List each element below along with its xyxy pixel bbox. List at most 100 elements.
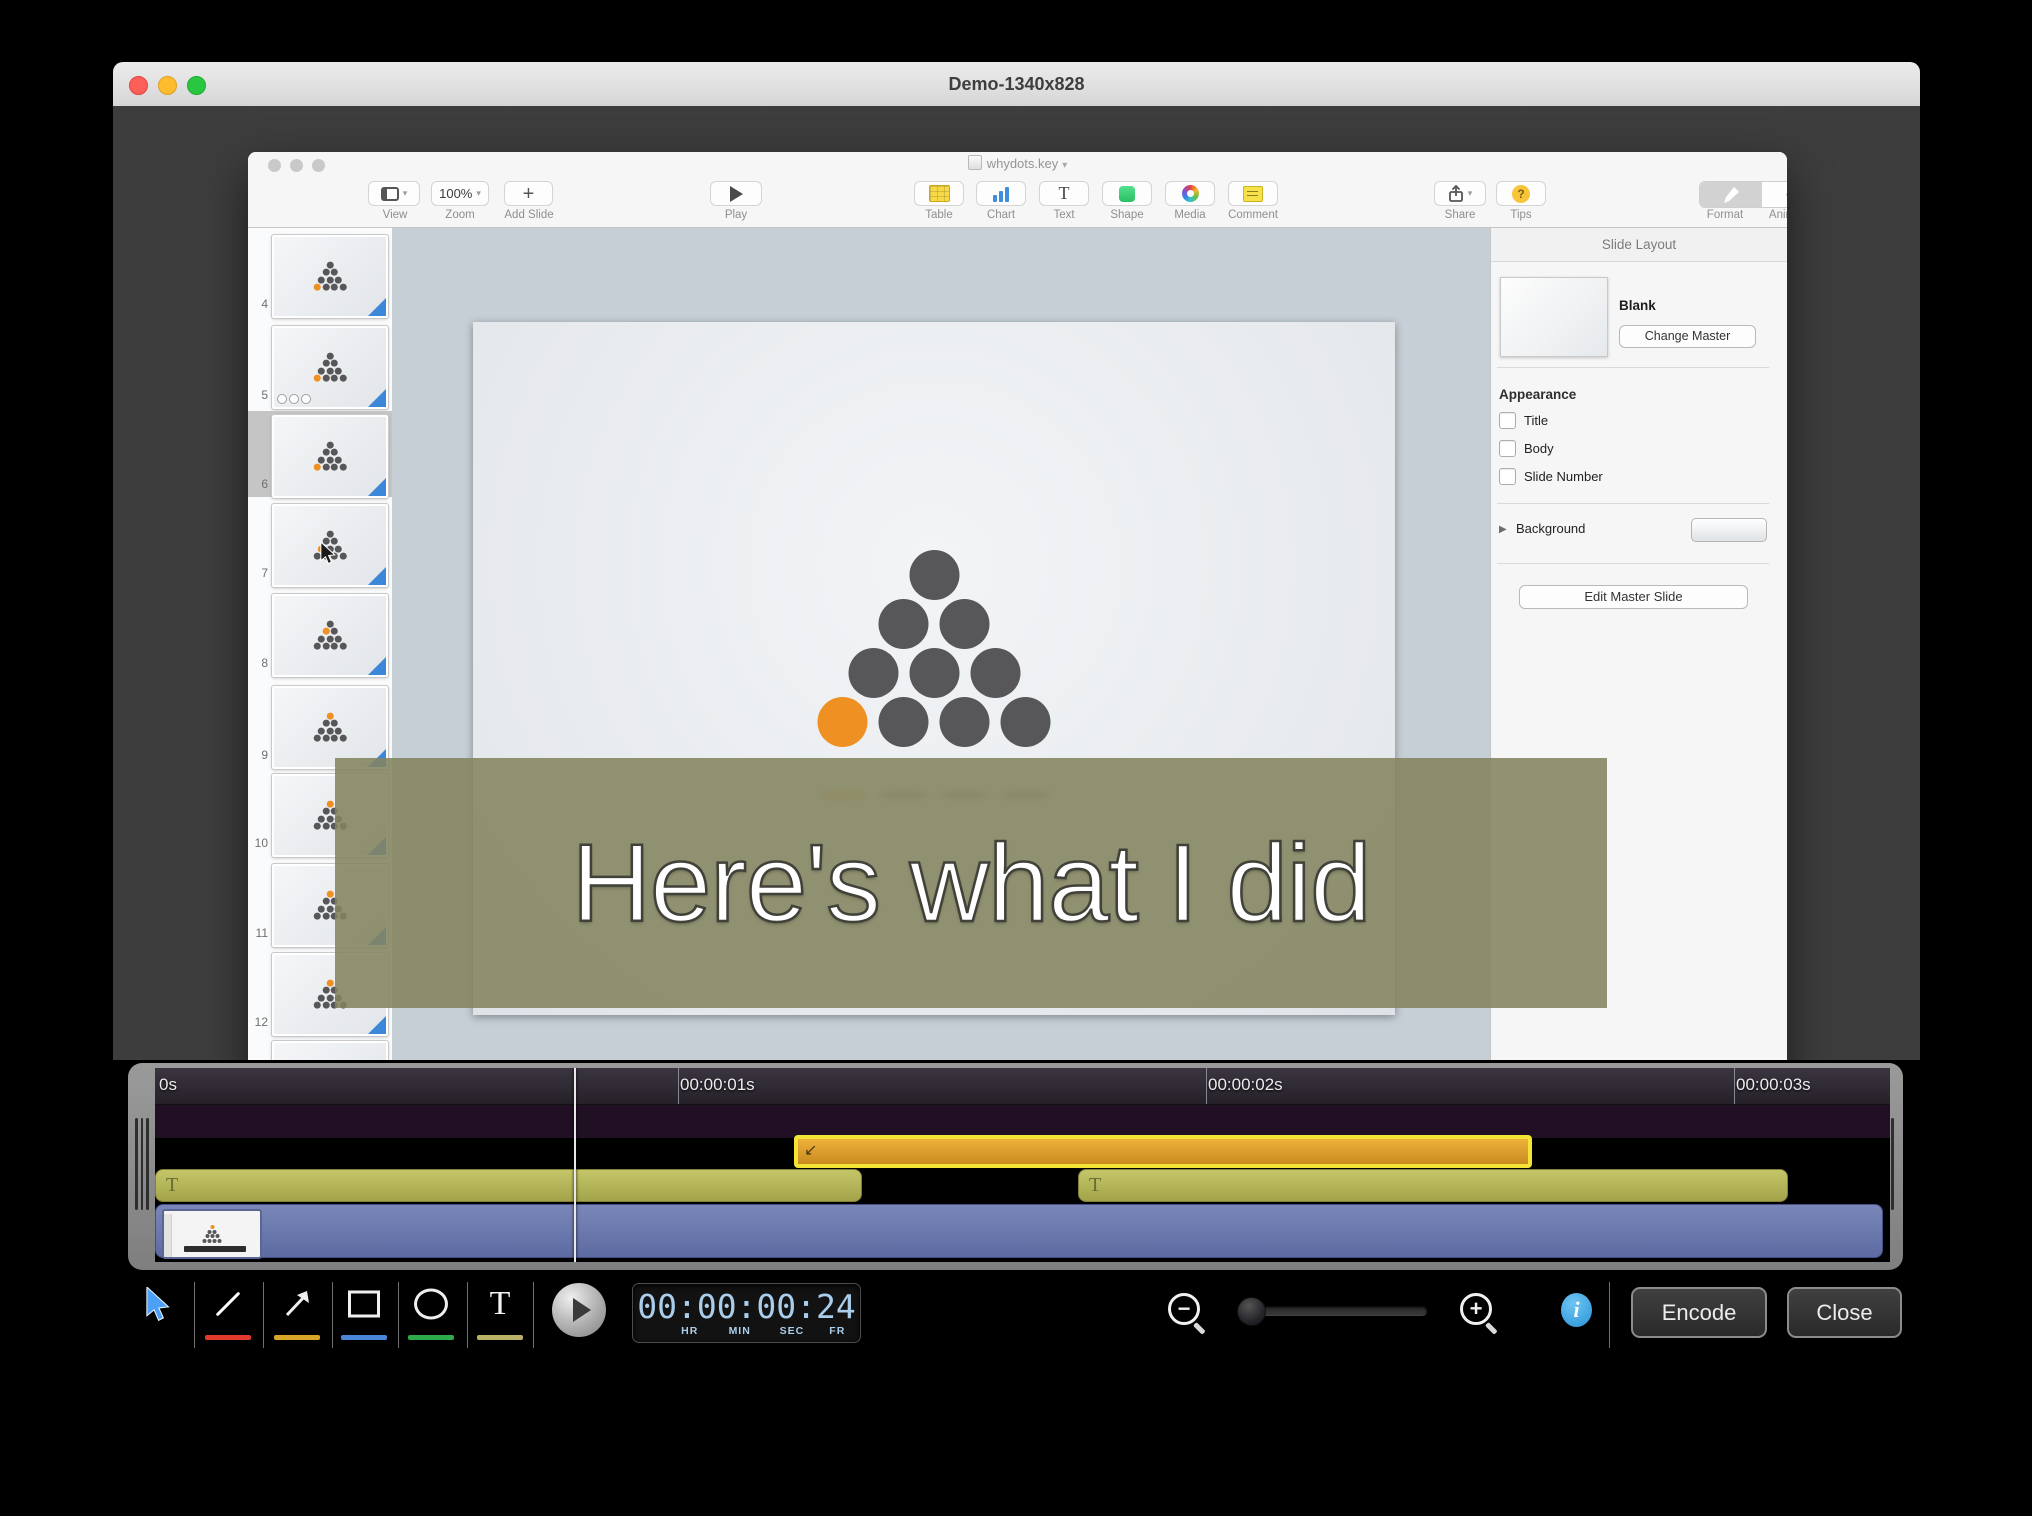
text-clip-2[interactable]: T [1078,1169,1788,1202]
rectangle-tool-underline [341,1335,387,1340]
gray-dot [335,635,342,642]
slide-thumbnail-13[interactable] [272,1041,388,1060]
animate-label: Animate [1769,209,1787,221]
inspector-segmented-control [1699,181,1787,208]
select-tool[interactable] [128,1278,188,1348]
title-checkbox-label: Title [1524,413,1548,428]
gray-dot [327,530,334,537]
comment-button[interactable] [1228,181,1278,206]
gray-dot [331,375,338,382]
window-titlebar[interactable]: Demo-1340x828 [113,62,1920,107]
rectangle-tool[interactable] [334,1278,394,1348]
background-color-well[interactable] [1691,518,1767,542]
document-icon [968,155,982,170]
empty-track [155,1105,1890,1138]
shape-button[interactable] [1102,181,1152,206]
gray-dot [1001,697,1051,747]
line-tool-underline [205,1335,251,1340]
orange-dot [327,890,334,897]
edit-master-slide-button[interactable]: Edit Master Slide [1519,585,1748,609]
body-checkbox[interactable] [1499,440,1516,457]
play-button[interactable] [710,181,762,206]
gray-dot [203,1239,207,1243]
zoom-level-button[interactable]: 100% ▾ [431,181,489,206]
mouse-cursor-icon [320,542,336,564]
gray-dot [322,643,329,650]
slide-thumbnail-9[interactable] [272,686,388,769]
media-button[interactable] [1165,181,1215,206]
gray-dot [879,599,929,649]
gray-dot [318,905,325,912]
callout-clip[interactable]: ↙ [794,1135,1532,1168]
gray-dot [331,735,338,742]
timeline-left-grip[interactable] [135,1118,151,1210]
slide-thumbnail-4[interactable] [272,235,388,318]
view-icon [381,187,399,201]
text-clip-1[interactable]: T [155,1169,862,1202]
text-button[interactable]: T [1039,181,1089,206]
share-button[interactable]: ▾ [1434,181,1486,206]
title-checkbox[interactable] [1499,412,1516,429]
slide-thumbnail-7[interactable] [272,504,388,587]
slide-thumbnail-6[interactable] [272,415,388,498]
tips-button[interactable]: ? [1496,181,1546,206]
add-slide-button[interactable]: + [504,181,553,206]
view-button[interactable]: ▾ [368,181,420,206]
gray-dot [909,550,959,600]
gray-dot [909,648,959,698]
ruler-label: 0s [159,1075,177,1095]
ellipse-icon [414,1289,448,1320]
gray-dot [848,648,898,698]
master-slide-thumbnail[interactable] [1500,277,1608,357]
video-clip[interactable] [155,1204,1883,1258]
gray-dot [327,261,334,268]
plus-icon: + [523,184,535,204]
title-overlay: Here's what I did [335,758,1607,1008]
disclosure-triangle-icon[interactable]: ▶ [1499,524,1507,535]
timeline-panel: 0s00:00:01s00:00:02s00:00:03s ↙ T T [128,1063,1903,1270]
play-label: Play [725,209,747,221]
table-button[interactable] [914,181,964,206]
gray-dot [318,276,325,283]
timeline-ruler[interactable]: 0s00:00:01s00:00:02s00:00:03s [155,1068,1890,1105]
arrow-icon [280,1287,314,1321]
orange-dot [314,464,321,471]
text-icon: T [1059,183,1070,204]
playhead[interactable] [574,1068,576,1262]
gray-dot [210,1234,214,1238]
orange-dot [327,712,334,719]
format-label: Format [1707,209,1743,221]
line-tool[interactable] [198,1278,258,1348]
chart-button[interactable] [976,181,1026,206]
arrow-tool[interactable] [267,1278,327,1348]
gray-dot [331,284,338,291]
gray-dot [322,284,329,291]
ellipse-tool-underline [408,1335,454,1340]
slide-thumbnail-8[interactable] [272,594,388,677]
tab-animate[interactable] [1762,182,1787,207]
rectangle-icon [348,1291,380,1318]
gray-dot [327,905,334,912]
ellipse-tool[interactable] [401,1278,461,1348]
divider [332,1282,333,1348]
orange-dot [314,284,321,291]
ruler-label: 00:00:02s [1208,1075,1283,1095]
gray-dot [327,441,334,448]
zoom-label: Zoom [445,209,474,221]
divider [194,1282,195,1348]
text-tool-underline [477,1335,523,1340]
gray-dot [335,367,342,374]
slide-number-checkbox[interactable] [1499,468,1516,485]
change-master-button[interactable]: Change Master [1619,325,1756,348]
gray-dot [318,635,325,642]
text-tool[interactable]: T [470,1278,530,1348]
gray-dot [318,994,325,1001]
gray-dot [879,697,929,747]
slide-thumbnail-5[interactable] [272,326,388,409]
document-title[interactable]: whydots.key▾ [248,155,1787,173]
gray-dot [318,367,325,374]
tab-format[interactable] [1700,182,1762,207]
slide-number-option: Slide Number [1499,468,1603,485]
gray-dot [322,269,329,276]
screen: Demo-1340x828 whydots.key▾ ▾ V [0,0,2032,1516]
